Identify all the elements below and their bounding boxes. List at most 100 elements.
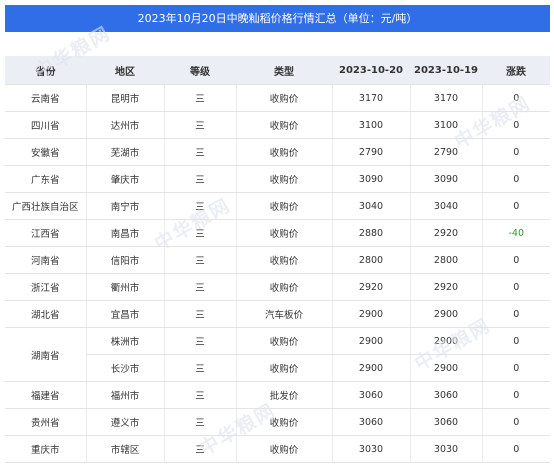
cell-region: 南昌市 xyxy=(86,219,165,247)
cell-region: 昆明市 xyxy=(86,84,165,112)
cell-price-current: 3170 xyxy=(332,84,411,112)
col-header-date-1: 2023-10-20 xyxy=(332,56,410,85)
cell-region: 达州市 xyxy=(86,111,165,139)
cell-province: 河南省 xyxy=(5,246,87,274)
cell-type: 收购价 xyxy=(236,354,333,382)
cell-region: 遵义市 xyxy=(86,408,165,436)
cell-province: 广东省 xyxy=(5,165,87,193)
cell-type: 收购价 xyxy=(236,165,333,193)
cell-type: 收购价 xyxy=(236,435,333,463)
cell-type: 收购价 xyxy=(236,327,333,355)
cell-price-previous: 3090 xyxy=(410,165,483,193)
col-header-type: 类型 xyxy=(236,56,332,85)
cell-type: 收购价 xyxy=(236,138,333,166)
cell-change: 0 xyxy=(482,111,550,139)
cell-region: 肇庆市 xyxy=(86,165,165,193)
cell-price-previous: 2920 xyxy=(410,219,483,247)
cell-price-current: 2900 xyxy=(332,354,411,382)
cell-province: 重庆市 xyxy=(5,435,87,463)
cell-type: 汽车板价 xyxy=(236,300,333,328)
cell-price-previous: 3040 xyxy=(410,192,483,220)
cell-change-negative: -40 xyxy=(482,219,550,247)
cell-change: 0 xyxy=(482,246,550,274)
cell-province: 广西壮族自治区 xyxy=(5,192,87,220)
cell-price-current: 3100 xyxy=(332,111,411,139)
cell-grade: 三 xyxy=(164,273,237,301)
cell-type: 收购价 xyxy=(236,192,333,220)
table-row: 福建省 福州市 三 批发价 3060 3060 0 xyxy=(5,381,550,409)
cell-region: 株洲市 xyxy=(86,327,165,355)
cell-price-current: 2800 xyxy=(332,246,411,274)
cell-change: 0 xyxy=(482,300,550,328)
cell-price-previous: 2900 xyxy=(410,327,483,355)
cell-province-merged: 湖南省 xyxy=(5,327,87,382)
cell-province: 湖北省 xyxy=(5,300,87,328)
col-header-date-2: 2023-10-19 xyxy=(410,56,482,85)
cell-price-current: 2900 xyxy=(332,300,411,328)
cell-province: 四川省 xyxy=(5,111,87,139)
cell-price-previous: 2900 xyxy=(410,300,483,328)
cell-price-previous: 2790 xyxy=(410,138,483,166)
cell-price-current: 3060 xyxy=(332,408,411,436)
table-row: 河南省 信阳市 三 收购价 2800 2800 0 xyxy=(5,246,550,274)
cell-grade: 三 xyxy=(164,165,237,193)
cell-grade: 三 xyxy=(164,138,237,166)
cell-price-previous: 3030 xyxy=(410,435,483,463)
cell-type: 收购价 xyxy=(236,273,333,301)
cell-price-current: 2900 xyxy=(332,327,411,355)
cell-province: 福建省 xyxy=(5,381,87,409)
cell-grade: 三 xyxy=(164,192,237,220)
cell-price-previous: 3060 xyxy=(410,381,483,409)
cell-change: 0 xyxy=(482,192,550,220)
col-header-region: 地区 xyxy=(86,56,164,85)
cell-province: 贵州省 xyxy=(5,408,87,436)
table-row: 重庆市 市辖区 三 收购价 3030 3030 0 xyxy=(5,435,550,463)
cell-price-current: 3090 xyxy=(332,165,411,193)
table-row: 长沙市 三 收购价 2900 2900 0 xyxy=(5,354,550,382)
col-header-province: 省份 xyxy=(5,56,86,85)
cell-region: 芜湖市 xyxy=(86,138,165,166)
cell-province: 浙江省 xyxy=(5,273,87,301)
cell-price-previous: 3100 xyxy=(410,111,483,139)
cell-price-previous: 3170 xyxy=(410,84,483,112)
table-row: 贵州省 遵义市 三 收购价 3060 3060 0 xyxy=(5,408,550,436)
cell-price-previous: 3060 xyxy=(410,408,483,436)
cell-grade: 三 xyxy=(164,111,237,139)
cell-grade: 三 xyxy=(164,435,237,463)
cell-region: 市辖区 xyxy=(86,435,165,463)
table-title: 2023年10月20日中晚籼稻价格行情汇总（单位：元/吨） xyxy=(5,5,550,32)
cell-price-previous: 2900 xyxy=(410,354,483,382)
cell-grade: 三 xyxy=(164,408,237,436)
col-header-change: 涨跌 xyxy=(482,56,550,85)
col-header-grade: 等级 xyxy=(164,56,236,85)
cell-change: 0 xyxy=(482,408,550,436)
table-row: 云南省 昆明市 三 收购价 3170 3170 0 xyxy=(5,84,550,112)
cell-region: 南宁市 xyxy=(86,192,165,220)
cell-type: 收购价 xyxy=(236,111,333,139)
cell-type: 批发价 xyxy=(236,381,333,409)
cell-province: 江西省 xyxy=(5,219,87,247)
cell-grade: 三 xyxy=(164,327,237,355)
cell-region: 衢州市 xyxy=(86,273,165,301)
cell-grade: 三 xyxy=(164,381,237,409)
table-row: 安徽省 芜湖市 三 收购价 2790 2790 0 xyxy=(5,138,550,166)
cell-grade: 三 xyxy=(164,300,237,328)
table-row: 湖北省 宜昌市 三 汽车板价 2900 2900 0 xyxy=(5,300,550,328)
cell-province: 云南省 xyxy=(5,84,87,112)
price-table-container: 2023年10月20日中晚籼稻价格行情汇总（单位：元/吨） 省份 地区 等级 类… xyxy=(5,5,550,463)
cell-region: 长沙市 xyxy=(86,354,165,382)
cell-price-current: 2790 xyxy=(332,138,411,166)
cell-change: 0 xyxy=(482,435,550,463)
table-header-row: 省份 地区 等级 类型 2023-10-20 2023-10-19 涨跌 xyxy=(5,56,550,85)
cell-price-current: 2920 xyxy=(332,273,411,301)
cell-change: 0 xyxy=(482,84,550,112)
cell-change: 0 xyxy=(482,165,550,193)
cell-type: 收购价 xyxy=(236,408,333,436)
cell-type: 收购价 xyxy=(236,84,333,112)
cell-price-current: 3060 xyxy=(332,381,411,409)
cell-province: 安徽省 xyxy=(5,138,87,166)
cell-change: 0 xyxy=(482,327,550,355)
table-row: 广东省 肇庆市 三 收购价 3090 3090 0 xyxy=(5,165,550,193)
cell-price-current: 3040 xyxy=(332,192,411,220)
cell-change: 0 xyxy=(482,138,550,166)
